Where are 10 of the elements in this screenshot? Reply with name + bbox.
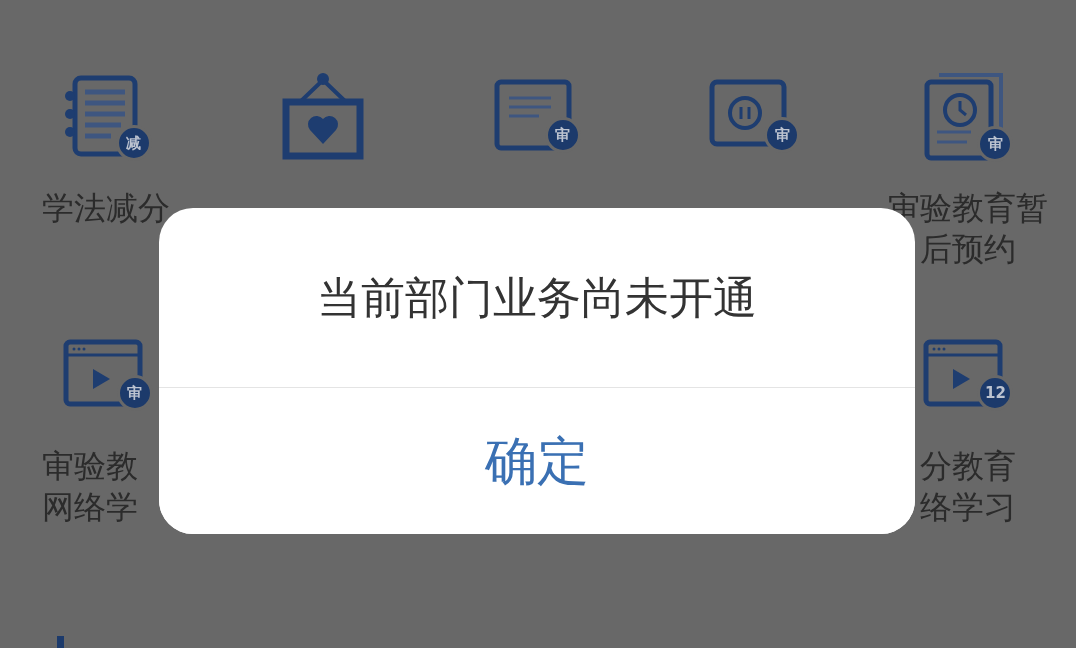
service-label: 审验教	[41, 446, 138, 487]
icon-badge: 减	[115, 125, 152, 161]
dialog-message: 当前部门业务尚未开通	[317, 271, 757, 324]
service-label: 学法减分	[41, 188, 170, 229]
service-label: 分教育	[920, 446, 1017, 487]
service-label: 络学习	[920, 487, 1017, 528]
service-label: 后预约	[920, 229, 1017, 270]
icon-badge: 审	[545, 117, 581, 153]
icon-badge: 审	[116, 375, 153, 411]
service-label: 网络学	[41, 487, 138, 528]
